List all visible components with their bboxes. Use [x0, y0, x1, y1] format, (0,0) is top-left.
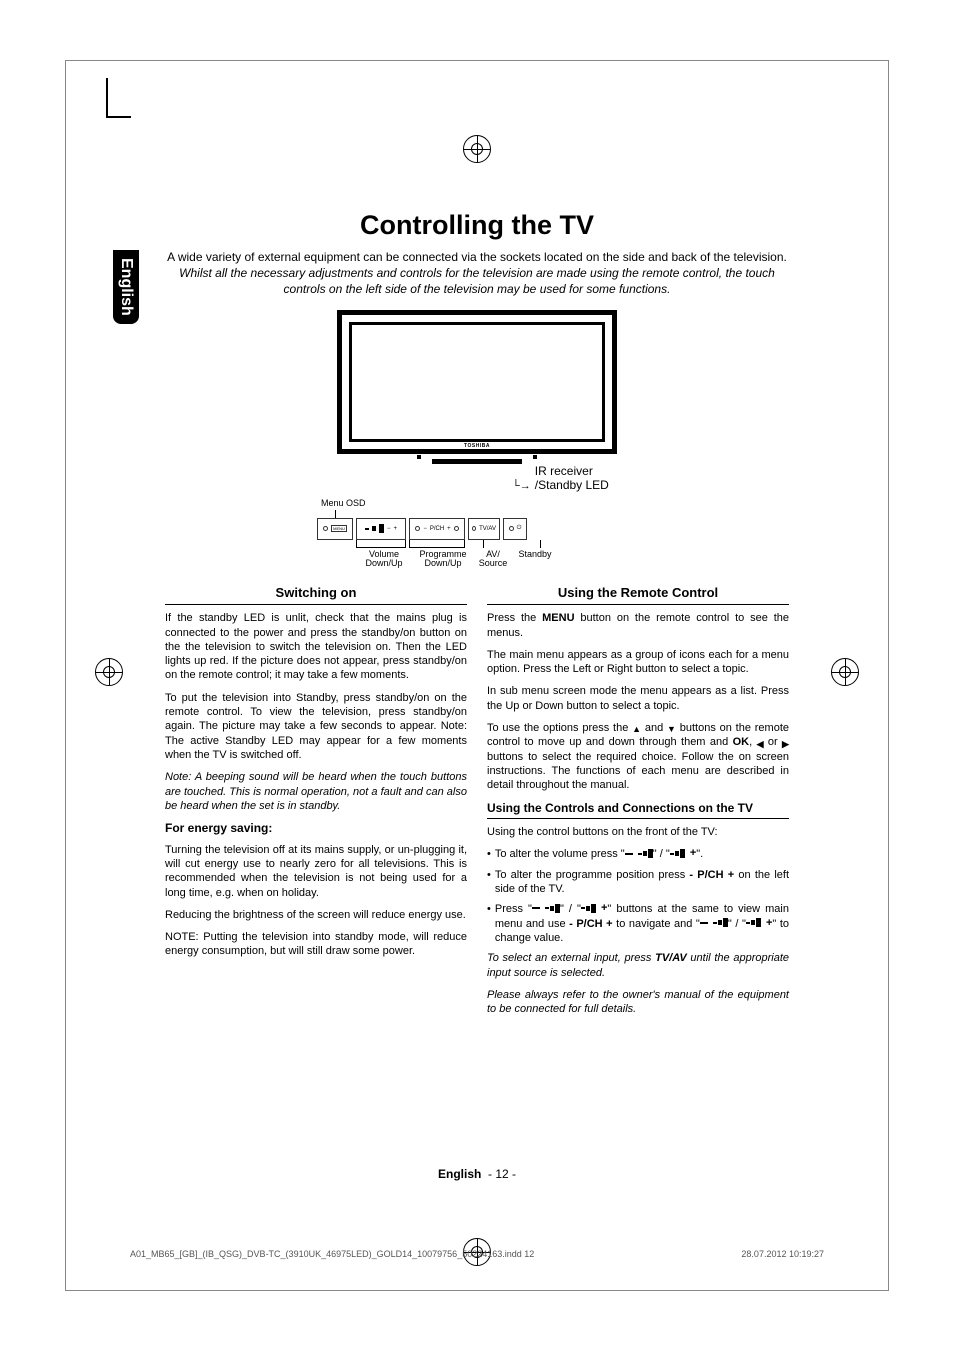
para: Press the MENU button on the remote cont… — [487, 611, 789, 640]
panel-standby-button: ⏻ — [503, 518, 527, 540]
t: " / " — [560, 903, 581, 915]
language-tab: English — [113, 250, 139, 324]
intro-italic: Whilst all the necessary adjustments and… — [179, 266, 775, 296]
bullet: • Press " " / " +" buttons at the same t… — [487, 902, 789, 945]
volume-up-icon: + — [746, 916, 773, 930]
footer-meta: A01_MB65_[GB]_(IB_QSG)_DVB-TC_(3910UK_46… — [130, 1249, 824, 1259]
volume-down-icon — [532, 901, 560, 915]
para: If the standby LED is unlit, check that … — [165, 611, 467, 682]
switching-on-heading: Switching on — [165, 585, 467, 605]
t: To select an external input, press — [487, 952, 655, 964]
para: Please always refer to the owner's manua… — [487, 988, 789, 1017]
menu-osd-label: Menu OSD — [321, 498, 637, 508]
panel-tvav-text: TV/AV — [479, 526, 496, 532]
pch-bold: - P/CH + — [569, 918, 612, 930]
right-column: Using the Remote Control Press the MENU … — [487, 585, 789, 1024]
para: Turning the television off at its mains … — [165, 843, 467, 900]
tv-brand-label: TOSHIBA — [464, 443, 490, 449]
tvav-bold: TV/AV — [655, 952, 687, 964]
para: Reducing the brightness of the screen wi… — [165, 908, 467, 922]
tv-screen — [349, 322, 605, 442]
t: to navigate and " — [613, 918, 700, 930]
registration-mark — [831, 658, 859, 686]
footer-page-num: - 12 - — [488, 1167, 516, 1181]
t: buttons to select the required choice. F… — [487, 751, 789, 792]
note-para: Note: A beeping sound will be heard when… — [165, 770, 467, 813]
t: To alter the programme position press — [495, 869, 690, 881]
panel-pch-buttons: − P/CH + — [409, 518, 465, 540]
triangle-down-icon — [667, 722, 676, 734]
t: , — [749, 736, 756, 748]
tv-foot — [432, 459, 522, 464]
crop-mark — [106, 78, 131, 118]
panel-volume-buttons: −+ — [356, 518, 406, 540]
ir-callout: └→ IR receiver /Standby LED — [317, 464, 637, 492]
energy-saving-heading: For energy saving: — [165, 821, 467, 837]
t: To alter the volume press " — [495, 848, 625, 860]
ok-bold: OK — [733, 736, 750, 748]
triangle-right-icon — [782, 737, 789, 749]
source-label: AV/ Source — [477, 550, 509, 570]
controls-connections-heading: Using the Controls and Connections on th… — [487, 801, 789, 820]
registration-mark — [463, 135, 491, 163]
pch-bold: - P/CH + — [689, 869, 734, 881]
footer-date: 28.07.2012 10:19:27 — [741, 1249, 824, 1259]
t: ". — [696, 848, 703, 860]
volume-up-icon: + — [670, 846, 697, 860]
programme-label: Programme Down/Up — [415, 550, 471, 570]
tv-diagram: TOSHIBA └→ IR receiver /Standby LED Menu… — [317, 310, 637, 570]
volume-label: Volume Down/Up — [359, 550, 409, 570]
tv-base: TOSHIBA — [337, 454, 617, 464]
footer-filename: A01_MB65_[GB]_(IB_QSG)_DVB-TC_(3910UK_46… — [130, 1249, 534, 1259]
t: " / " — [728, 918, 746, 930]
t: and — [641, 722, 667, 734]
standby-label: Standby — [515, 550, 555, 570]
para: To select an external input, press TV/AV… — [487, 951, 789, 980]
page-footer: English - 12 - — [0, 1167, 954, 1181]
para: To put the television into Standby, pres… — [165, 691, 467, 762]
volume-down-icon — [625, 846, 653, 860]
remote-control-heading: Using the Remote Control — [487, 585, 789, 605]
registration-mark — [95, 658, 123, 686]
page-title: Controlling the TV — [165, 210, 789, 241]
intro-text: A wide variety of external equipment can… — [165, 249, 789, 298]
para: To use the options press the and buttons… — [487, 721, 789, 792]
panel-pch-text: P/CH — [430, 526, 444, 532]
volume-up-icon: + — [581, 901, 608, 915]
power-icon: ⏻ — [517, 525, 522, 532]
arrow-right-icon: └→ — [512, 480, 531, 492]
para: The main menu appears as a group of icon… — [487, 648, 789, 677]
panel-menu-text: MENU — [331, 525, 347, 532]
t: or — [763, 736, 782, 748]
triangle-up-icon — [632, 722, 641, 734]
tv-frame — [337, 310, 617, 454]
t: To use the options press the — [487, 722, 632, 734]
panel-tvav-button: TV/AV — [468, 518, 500, 540]
volume-down-icon — [700, 916, 728, 930]
panel-menu-button: MENU — [317, 518, 353, 540]
para: In sub menu screen mode the menu appears… — [487, 684, 789, 713]
menu-bold: MENU — [542, 612, 574, 624]
left-column: Switching on If the standby LED is unlit… — [165, 585, 467, 1024]
bullet: • To alter the volume press " " / " +". — [487, 847, 789, 861]
ir-label: IR receiver /Standby LED — [535, 464, 637, 492]
bullet: • To alter the programme position press … — [487, 868, 789, 897]
para: NOTE: Putting the television into standb… — [165, 930, 467, 959]
footer-lang: English — [438, 1167, 481, 1181]
t: Press the — [487, 612, 542, 624]
para: Using the control buttons on the front o… — [487, 825, 789, 839]
t: " / " — [653, 848, 670, 860]
intro-plain: A wide variety of external equipment can… — [167, 250, 787, 264]
control-panel-diagram: Menu OSD MENU −+ − P/CH + — [317, 498, 637, 570]
t: Press " — [495, 903, 532, 915]
